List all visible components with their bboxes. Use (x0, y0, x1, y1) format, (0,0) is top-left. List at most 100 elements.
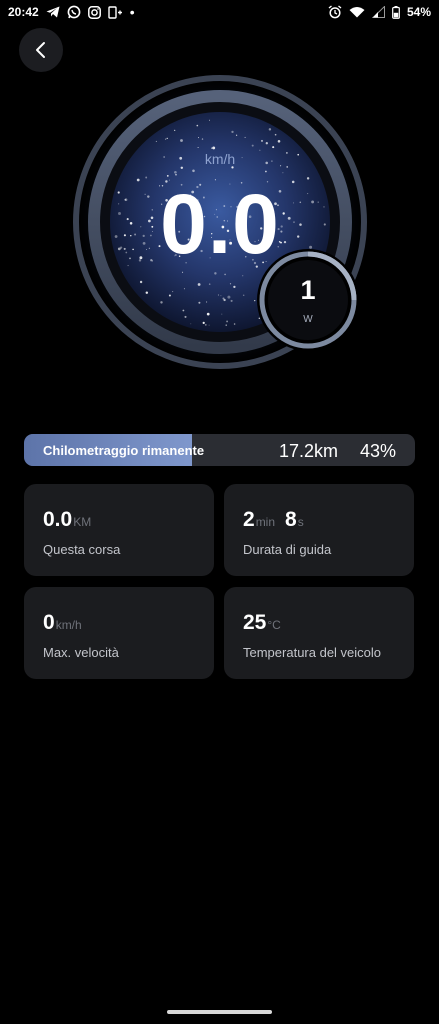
trip-distance-value: 0.0 (43, 508, 73, 531)
signal-icon (371, 6, 385, 18)
star (174, 170, 177, 174)
star (217, 294, 219, 296)
star (168, 294, 171, 297)
power-dial: 1 W (256, 248, 360, 352)
star (268, 128, 272, 131)
star (202, 321, 205, 324)
star (139, 280, 143, 284)
star (277, 140, 281, 143)
star (274, 133, 277, 136)
star (184, 315, 187, 318)
star (251, 144, 254, 147)
star (172, 291, 174, 293)
battery-icon (392, 5, 400, 19)
star (231, 130, 234, 134)
max-speed-unit: km/h (55, 618, 82, 632)
alarm-icon (328, 5, 342, 19)
star (211, 147, 213, 149)
star (233, 323, 236, 325)
temperature-label: Temperatura del veicolo (243, 645, 382, 660)
star (204, 324, 207, 326)
mileage-distance: 17.2km (279, 441, 339, 461)
star (272, 146, 275, 149)
star (233, 285, 236, 289)
star (196, 124, 199, 127)
trip-distance-unit: KM (73, 515, 92, 529)
speed-unit: km/h (204, 151, 236, 167)
star (214, 272, 217, 275)
star (242, 294, 245, 297)
instagram-icon (87, 5, 101, 19)
riding-duration-card: 2 min 8 s Durata di guida (224, 484, 414, 576)
duration-sec-unit: s (297, 515, 304, 529)
star (182, 271, 184, 273)
star (208, 324, 210, 326)
star (244, 136, 246, 138)
notification-dot: • (129, 4, 135, 20)
telegram-icon (46, 6, 60, 18)
star (225, 324, 227, 326)
star (226, 320, 229, 323)
star (182, 309, 185, 312)
whatsapp-icon (67, 5, 81, 19)
star (198, 301, 201, 304)
max-speed-card: 0 km/h Max. velocità (24, 587, 214, 679)
duration-minutes: 2 (243, 508, 255, 531)
star (220, 295, 222, 297)
star (221, 313, 223, 315)
star (230, 299, 233, 302)
mileage-percent: 43% (360, 441, 397, 461)
star (206, 312, 210, 316)
star (209, 119, 211, 121)
star (190, 323, 192, 325)
back-button[interactable] (19, 28, 63, 72)
star (223, 298, 226, 302)
star (155, 140, 157, 142)
remaining-mileage-bar: Chilometraggio rimanente 17.2km 43% (24, 434, 415, 466)
star (229, 283, 232, 285)
mileage-label: Chilometraggio rimanente (43, 443, 205, 458)
battery-percent: 54% (406, 5, 431, 19)
temperature-value: 25 (243, 611, 267, 634)
status-bar: 20:42 • 54% (0, 0, 439, 24)
star (201, 138, 204, 140)
star (206, 301, 208, 303)
vehicle-temperature-card: 25 °C Temperatura del veicolo (224, 587, 414, 679)
usb-tether-icon (108, 5, 123, 19)
star (235, 134, 238, 136)
star (208, 283, 211, 285)
chevron-left-icon (36, 42, 45, 58)
star (136, 178, 140, 182)
riding-duration-label: Durata di guida (243, 542, 332, 557)
power-unit: W (303, 314, 313, 325)
star (198, 137, 200, 139)
star (166, 137, 168, 140)
star (227, 295, 231, 299)
star (174, 129, 176, 131)
star (197, 146, 199, 149)
star (145, 176, 148, 179)
home-indicator[interactable] (167, 1010, 272, 1014)
temperature-unit: °C (267, 618, 281, 632)
star (175, 174, 177, 176)
wifi-icon (349, 6, 365, 18)
duration-min-unit: min (255, 515, 276, 529)
star (265, 170, 267, 173)
star (242, 275, 244, 277)
star (145, 291, 149, 294)
trip-distance-card: 0.0 KM Questa corsa (24, 484, 214, 576)
star (261, 139, 263, 142)
star (192, 169, 195, 173)
star (197, 283, 201, 286)
power-value: 1 (300, 275, 316, 305)
speedometer: km/h 0.0 1 W (70, 72, 370, 372)
star (160, 301, 163, 304)
star (212, 146, 216, 150)
star (282, 172, 284, 174)
clock: 20:42 (8, 5, 39, 19)
star (180, 139, 183, 142)
star (183, 288, 185, 290)
max-speed-value: 0 (43, 611, 55, 634)
star (164, 138, 167, 140)
duration-seconds: 8 (285, 508, 297, 531)
